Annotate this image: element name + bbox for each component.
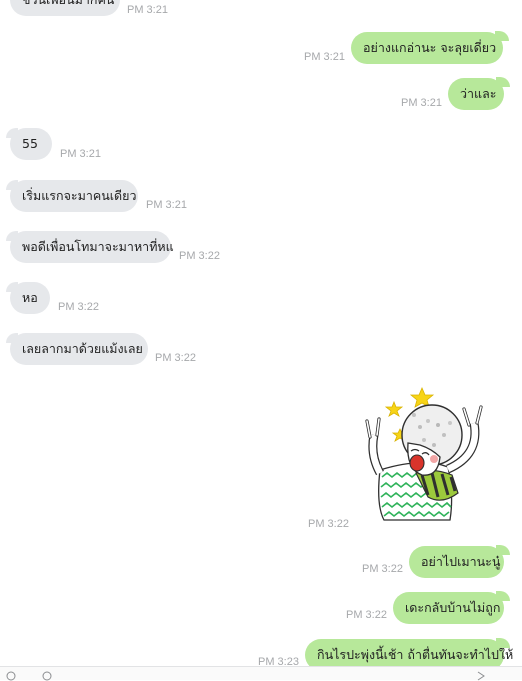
attachment-icon[interactable] (42, 671, 52, 681)
incoming-message-bubble[interactable]: ชวนเพื่อนมากี่คน (10, 0, 120, 16)
message-row: เดะกลับบ้านไม่ถูก PM 3:22 (0, 591, 522, 626)
message-row: อย่าไปเมานะนู๋ PM 3:22 (0, 545, 522, 580)
message-row: กินไรปะพุ่งนี้เช้า ถ้าตื่นทันจะทำไปให้ P… (0, 638, 522, 666)
send-icon[interactable] (476, 671, 486, 681)
outgoing-message-bubble[interactable]: เดะกลับบ้านไม่ถูก (393, 591, 510, 624)
star-icon (409, 386, 435, 408)
message-input-bar[interactable] (0, 666, 522, 681)
message-time: PM 3:21 (401, 97, 442, 109)
message-time: PM 3:23 (258, 656, 299, 666)
outgoing-message-bubble[interactable]: กินไรปะพุ่งนี้เช้า ถ้าตื่นทันจะทำไปให้ (305, 638, 513, 666)
outgoing-message-bubble[interactable]: อย่าไปเมานะนู๋ (409, 545, 510, 578)
message-row: ว่าและ PM 3:21 (0, 77, 522, 112)
message-row: เริ่มแรกจะมาคนเดียว PM 3:21 (0, 180, 522, 214)
message-row: พอดีเพื่อนโทมาจะมาหาที่หแ PM 3:22 (0, 231, 522, 265)
message-row: อย่างแกอ่านะ จะลุยเดี่ยว PM 3:21 (0, 31, 522, 66)
message-time: PM 3:22 (155, 352, 196, 364)
chat-area[interactable]: ชวนเพื่อนมากี่คน PM 3:21 อย่างแกอ่านะ จะ… (0, 0, 522, 666)
outgoing-message-bubble[interactable]: ว่าและ (448, 77, 510, 110)
message-row: 55 PM 3:21 (0, 128, 522, 162)
message-row: เลยลากมาด้วยแม้งเลย PM 3:22 (0, 333, 522, 367)
message-row: ชวนเพื่อนมากี่คน PM 3:21 (0, 0, 522, 18)
star-icon (384, 400, 404, 417)
message-time: PM 3:22 (179, 250, 220, 262)
incoming-message-bubble[interactable]: เลยลากมาด้วยแม้งเลย (6, 333, 148, 365)
message-time: PM 3:22 (58, 301, 99, 313)
incoming-message-bubble[interactable]: หอ (6, 282, 50, 314)
incoming-message-bubble[interactable]: เริ่มแรกจะมาคนเดียว (6, 180, 138, 212)
outgoing-message-bubble[interactable]: อย่างแกอ่านะ จะลุยเดี่ยว (351, 31, 509, 64)
cheering-character-sticker[interactable] (362, 385, 502, 525)
message-time: PM 3:22 (362, 563, 403, 575)
sticker-time: PM 3:22 (308, 518, 349, 530)
message-time: PM 3:22 (346, 609, 387, 621)
message-time: PM 3:21 (60, 148, 101, 160)
emoji-icon[interactable] (6, 671, 16, 681)
message-time: PM 3:21 (304, 51, 345, 63)
incoming-message-bubble[interactable]: 55 (6, 128, 52, 160)
message-time: PM 3:21 (127, 4, 168, 16)
incoming-message-bubble[interactable]: พอดีเพื่อนโทมาจะมาหาที่หแ (6, 231, 174, 263)
message-time: PM 3:21 (146, 199, 187, 211)
message-row: หอ PM 3:22 (0, 282, 522, 316)
